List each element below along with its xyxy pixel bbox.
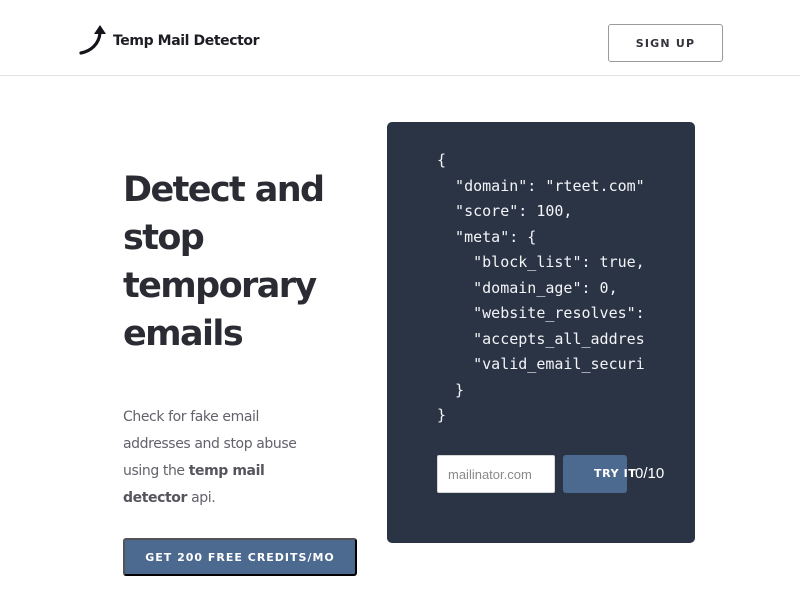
json-response-code: { "domain": "rteet.com" "score": 100, "m… bbox=[437, 148, 645, 429]
code-line: } bbox=[437, 380, 465, 399]
code-line: "accepts_all_addres bbox=[437, 329, 645, 348]
usage-counter: 0/10 bbox=[635, 465, 665, 482]
brand-logo[interactable]: Temp Mail Detector bbox=[79, 24, 260, 56]
code-line: "meta": { bbox=[437, 227, 537, 246]
try-it-label[interactable]: TRY IT bbox=[594, 466, 636, 482]
code-line: "block_list": true, bbox=[437, 253, 645, 271]
domain-input[interactable] bbox=[437, 455, 555, 493]
code-line: { bbox=[437, 151, 447, 169]
code-line: "website_resolves": bbox=[437, 304, 645, 322]
sign-up-button[interactable]: SIGN UP bbox=[608, 24, 723, 62]
hero-description-tail: api. bbox=[187, 490, 216, 506]
hero-title: Detect and stop temporary emails bbox=[123, 170, 325, 354]
code-line: "score": 100, bbox=[437, 202, 573, 220]
brand-name: Temp Mail Detector bbox=[113, 33, 260, 49]
code-line: "domain_age": 0, bbox=[437, 278, 618, 297]
code-line: } bbox=[437, 406, 447, 424]
code-line: "valid_email_securi bbox=[437, 355, 645, 373]
code-line: "domain": "rteet.com" bbox=[437, 176, 645, 195]
get-free-credits-button[interactable]: GET 200 FREE CREDITS/MO bbox=[123, 538, 357, 576]
hero-description: Check for fake email addresses and stop … bbox=[123, 404, 323, 512]
site-header: Temp Mail Detector SIGN UP bbox=[0, 0, 800, 76]
curved-arrow-up-icon bbox=[79, 24, 107, 56]
